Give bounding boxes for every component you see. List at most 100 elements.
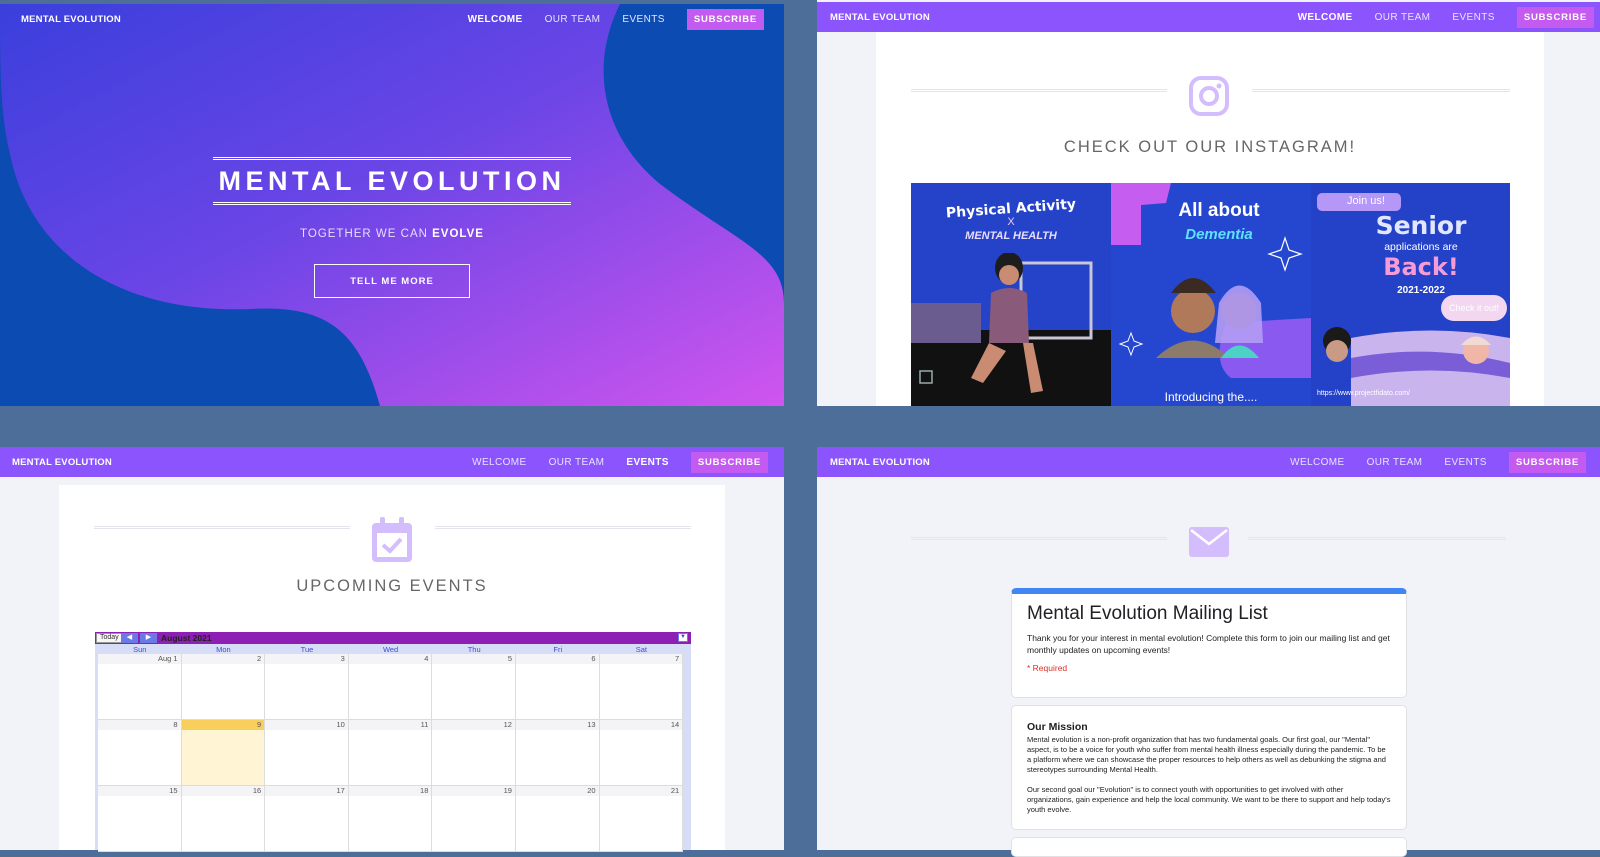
top-nav: MENTAL EVOLUTION WELCOME OUR TEAM EVENTS… — [0, 4, 784, 35]
day-number[interactable]: 4 — [424, 654, 428, 663]
day-number[interactable]: 2 — [257, 654, 261, 663]
hero-title-frame: MENTAL EVOLUTION — [213, 157, 571, 205]
weekday-header: Mon — [216, 645, 231, 654]
weekday-header: Wed — [382, 645, 399, 654]
form-header-card: Mental Evolution Mailing List Thank you … — [1011, 588, 1407, 698]
hero-subtitle-prefix: TOGETHER WE CAN — [300, 228, 428, 240]
brand-logo[interactable]: MENTAL EVOLUTION — [830, 457, 930, 468]
required-note: * Required — [1027, 663, 1068, 673]
mission-card: Our Mission Mental evolution is a non-pr… — [1011, 705, 1407, 830]
nav-our-team[interactable]: OUR TEAM — [1375, 12, 1431, 23]
day-number[interactable]: 8 — [173, 720, 177, 729]
nav-our-team[interactable]: OUR TEAM — [545, 14, 601, 25]
post-text: X — [1007, 216, 1015, 228]
post-text: Senior — [1375, 211, 1467, 240]
day-number[interactable]: 3 — [341, 654, 345, 663]
prev-month-button[interactable]: ◀ — [121, 633, 138, 643]
calendar-today-button[interactable]: Today — [96, 633, 123, 643]
weekday-header: Sat — [635, 645, 648, 654]
envelope-icon — [1189, 527, 1229, 557]
nav-welcome[interactable]: WELCOME — [472, 457, 526, 468]
day-number[interactable]: 14 — [671, 720, 679, 729]
top-nav: MENTAL EVOLUTION WELCOME OUR TEAM EVENTS… — [0, 447, 784, 477]
nav-our-team[interactable]: OUR TEAM — [1367, 457, 1423, 468]
subscribe-button[interactable]: SUBSCRIBE — [1508, 451, 1586, 473]
divider-right — [435, 526, 691, 529]
day-number[interactable]: 15 — [169, 786, 177, 795]
day-header-band — [98, 786, 181, 796]
calendar-day-cell[interactable]: 18 — [348, 786, 433, 852]
post-text: MENTAL HEALTH — [965, 230, 1057, 242]
calendar-day-cell[interactable]: 2 — [181, 654, 266, 720]
day-number[interactable]: 9 — [257, 720, 261, 729]
calendar-day-cell[interactable]: 11 — [348, 720, 433, 786]
day-number[interactable]: 13 — [587, 720, 595, 729]
nav-events[interactable]: EVENTS — [1444, 457, 1486, 468]
day-number[interactable]: 12 — [504, 720, 512, 729]
divider-right — [1252, 89, 1510, 92]
day-number[interactable]: 6 — [591, 654, 595, 663]
day-number[interactable]: 17 — [336, 786, 344, 795]
mission-paragraph: Mental evolution is a non-profit organiz… — [1027, 735, 1386, 774]
day-number[interactable]: Aug 1 — [158, 654, 178, 663]
nav-our-team[interactable]: OUR TEAM — [549, 457, 605, 468]
nav-welcome[interactable]: WELCOME — [1290, 457, 1344, 468]
day-number[interactable]: 5 — [508, 654, 512, 663]
nav-events[interactable]: EVENTS — [622, 14, 664, 25]
calendar-day-cell[interactable]: 21 — [599, 786, 684, 852]
calendar-day-cell[interactable]: 5 — [432, 654, 516, 720]
calendar-day-cell[interactable]: Aug 1 — [98, 654, 182, 720]
calendar-day-cell[interactable]: 7 — [599, 654, 684, 720]
calendar-view-dropdown[interactable]: ▼ — [678, 633, 688, 642]
day-number[interactable]: 11 — [421, 720, 429, 729]
tell-me-more-button[interactable]: TELL ME MORE — [314, 264, 470, 298]
day-number[interactable]: 18 — [420, 786, 428, 795]
instagram-post[interactable]: Physical Activity X MENTAL HEALTH — [911, 183, 1111, 406]
calendar-day-cell[interactable]: 10 — [265, 720, 349, 786]
calendar-day-cell[interactable]: 17 — [265, 786, 349, 852]
events-title: UPCOMING EVENTS — [296, 577, 488, 595]
calendar-day-cell[interactable]: 8 — [98, 720, 182, 786]
day-header-band — [516, 720, 599, 730]
calendar-day-cell[interactable]: 16 — [181, 786, 266, 852]
calendar-day-cell[interactable]: 9 — [181, 720, 266, 786]
calendar-day-cell[interactable]: 13 — [516, 720, 600, 786]
brand-logo[interactable]: MENTAL EVOLUTION — [12, 457, 112, 468]
calendar-day-cell[interactable]: 6 — [516, 654, 600, 720]
day-header-band — [516, 786, 599, 796]
post-text: Introducing the.... — [1164, 390, 1258, 404]
calendar-day-cell[interactable]: 12 — [432, 720, 516, 786]
day-header-band — [181, 654, 265, 664]
calendar-day-cell[interactable]: 4 — [348, 654, 433, 720]
brand-logo[interactable]: MENTAL EVOLUTION — [21, 14, 121, 25]
instagram-post[interactable]: All about Dementia Introducing the.... — [1111, 183, 1311, 406]
day-number[interactable]: 7 — [675, 654, 679, 663]
nav-welcome[interactable]: WELCOME — [1298, 12, 1353, 23]
calendar-day-cell[interactable]: 20 — [516, 786, 600, 852]
nav-welcome[interactable]: WELCOME — [468, 14, 523, 25]
nav-events[interactable]: EVENTS — [1452, 12, 1494, 23]
day-number[interactable]: 21 — [671, 786, 679, 795]
post-text: Join us! — [1347, 195, 1385, 207]
day-header-band — [265, 720, 348, 730]
day-number[interactable]: 19 — [504, 786, 512, 795]
next-month-button[interactable]: ▶ — [140, 633, 157, 643]
subscribe-button[interactable]: SUBSCRIBE — [1516, 6, 1594, 28]
day-number[interactable]: 20 — [587, 786, 595, 795]
day-number[interactable]: 10 — [336, 720, 344, 729]
calendar-day-cell[interactable]: 15 — [98, 786, 182, 852]
weekday-header: Sun — [133, 645, 147, 654]
day-header-band — [181, 786, 265, 796]
calendar-day-cell[interactable]: 19 — [432, 786, 516, 852]
subscribe-button[interactable]: SUBSCRIBE — [686, 9, 764, 30]
subscribe-button[interactable]: SUBSCRIBE — [690, 451, 768, 473]
calendar-day-cell[interactable]: 14 — [599, 720, 684, 786]
weekday-header: Fri — [553, 645, 563, 654]
post-text: All about — [1178, 200, 1260, 221]
nav-events[interactable]: EVENTS — [626, 457, 668, 468]
brand-logo[interactable]: MENTAL EVOLUTION — [830, 12, 930, 23]
instagram-post[interactable]: Join us! Senior applications are Back! 2… — [1311, 183, 1510, 406]
instagram-title: CHECK OUT OUR INSTAGRAM! — [1063, 138, 1357, 156]
day-number[interactable]: 16 — [253, 786, 261, 795]
calendar-day-cell[interactable]: 3 — [265, 654, 349, 720]
